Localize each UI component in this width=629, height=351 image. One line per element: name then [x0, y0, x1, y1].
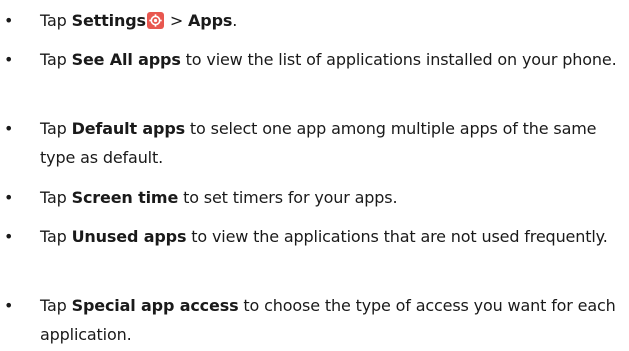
bullet: •: [4, 296, 14, 315]
apps-label: Apps: [188, 11, 233, 30]
item-text: Tap Screen time to set timers for your a…: [40, 183, 624, 212]
prefix: Tap: [40, 188, 72, 207]
bullet: •: [4, 119, 14, 138]
see-all-apps-label: See All apps: [71, 50, 181, 69]
item-text: Tap Default apps to select one app among…: [40, 114, 624, 172]
prefix: Tap: [40, 227, 72, 246]
unused-apps-label: Unused apps: [71, 227, 187, 246]
special-app-access-label: Special app access: [71, 296, 239, 315]
item-text: Tap See All apps to view the list of app…: [40, 45, 624, 74]
bullet: •: [4, 50, 14, 69]
settings-gear-icon: [146, 12, 164, 29]
default-apps-label: Default apps: [71, 119, 186, 138]
bullet: •: [4, 227, 14, 246]
prefix: Tap: [40, 296, 72, 315]
bullet: •: [4, 11, 14, 30]
settings-label: Settings: [71, 11, 146, 30]
item-text: Tap Settings > Apps.: [40, 6, 624, 35]
prefix: Tap: [40, 11, 72, 30]
screen-time-label: Screen time: [71, 188, 179, 207]
separator: >: [164, 11, 189, 30]
item-text: Tap Special app access to choose the typ…: [40, 291, 624, 349]
suffix: to set timers for your apps.: [178, 188, 398, 207]
prefix: Tap: [40, 119, 72, 138]
bullet: •: [4, 188, 14, 207]
prefix: Tap: [40, 50, 72, 69]
item-text: Tap Unused apps to view the applications…: [40, 222, 624, 251]
suffix: to view the applications that are not us…: [186, 227, 608, 246]
instruction-list: • Tap Settings > Apps. • Tap See All app…: [0, 0, 629, 351]
suffix: .: [232, 11, 238, 30]
suffix: to view the list of applications install…: [180, 50, 617, 69]
